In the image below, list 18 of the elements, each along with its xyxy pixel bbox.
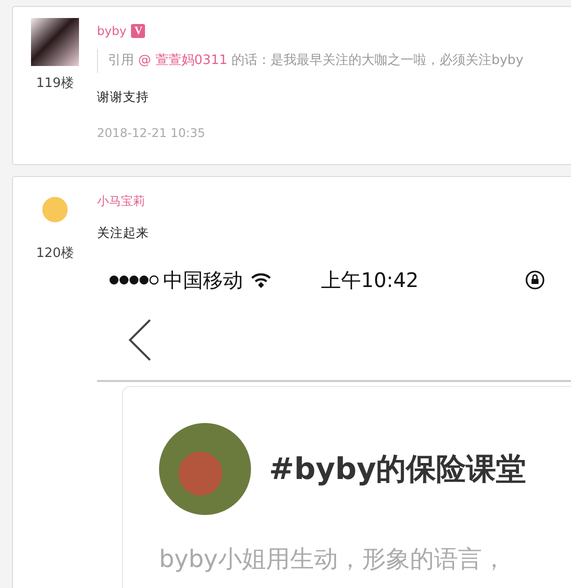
lock-icon [524,270,545,290]
channel-title: #byby的保险课堂 [269,450,526,488]
reply-text: 谢谢支持 [97,89,150,106]
quote-text: 引用 @ 萱萱妈0311 的话：是我最早关注的大咖之一啦，必须关注byby [97,49,571,73]
username-link[interactable]: 小马宝莉 [97,192,145,210]
username-link[interactable]: byby [97,24,126,38]
reply-text: 关注起来 [97,225,150,242]
avatar-image[interactable] [31,18,79,66]
verified-badge: V [131,24,146,38]
wifi-icon [251,271,271,289]
carrier-name: 中国移动 [163,266,243,294]
floor-number: 120楼 [36,245,74,262]
channel-description: byby小姐用生动，形象的语言， [159,544,507,575]
floor-number: 119楼 [36,75,74,92]
status-time: 上午10:42 [321,266,419,294]
post-time: 2018-12-21 10:35 [97,126,206,140]
mention-link[interactable]: @ 萱萱妈0311 [138,53,228,68]
back-chevron-icon [127,318,153,362]
